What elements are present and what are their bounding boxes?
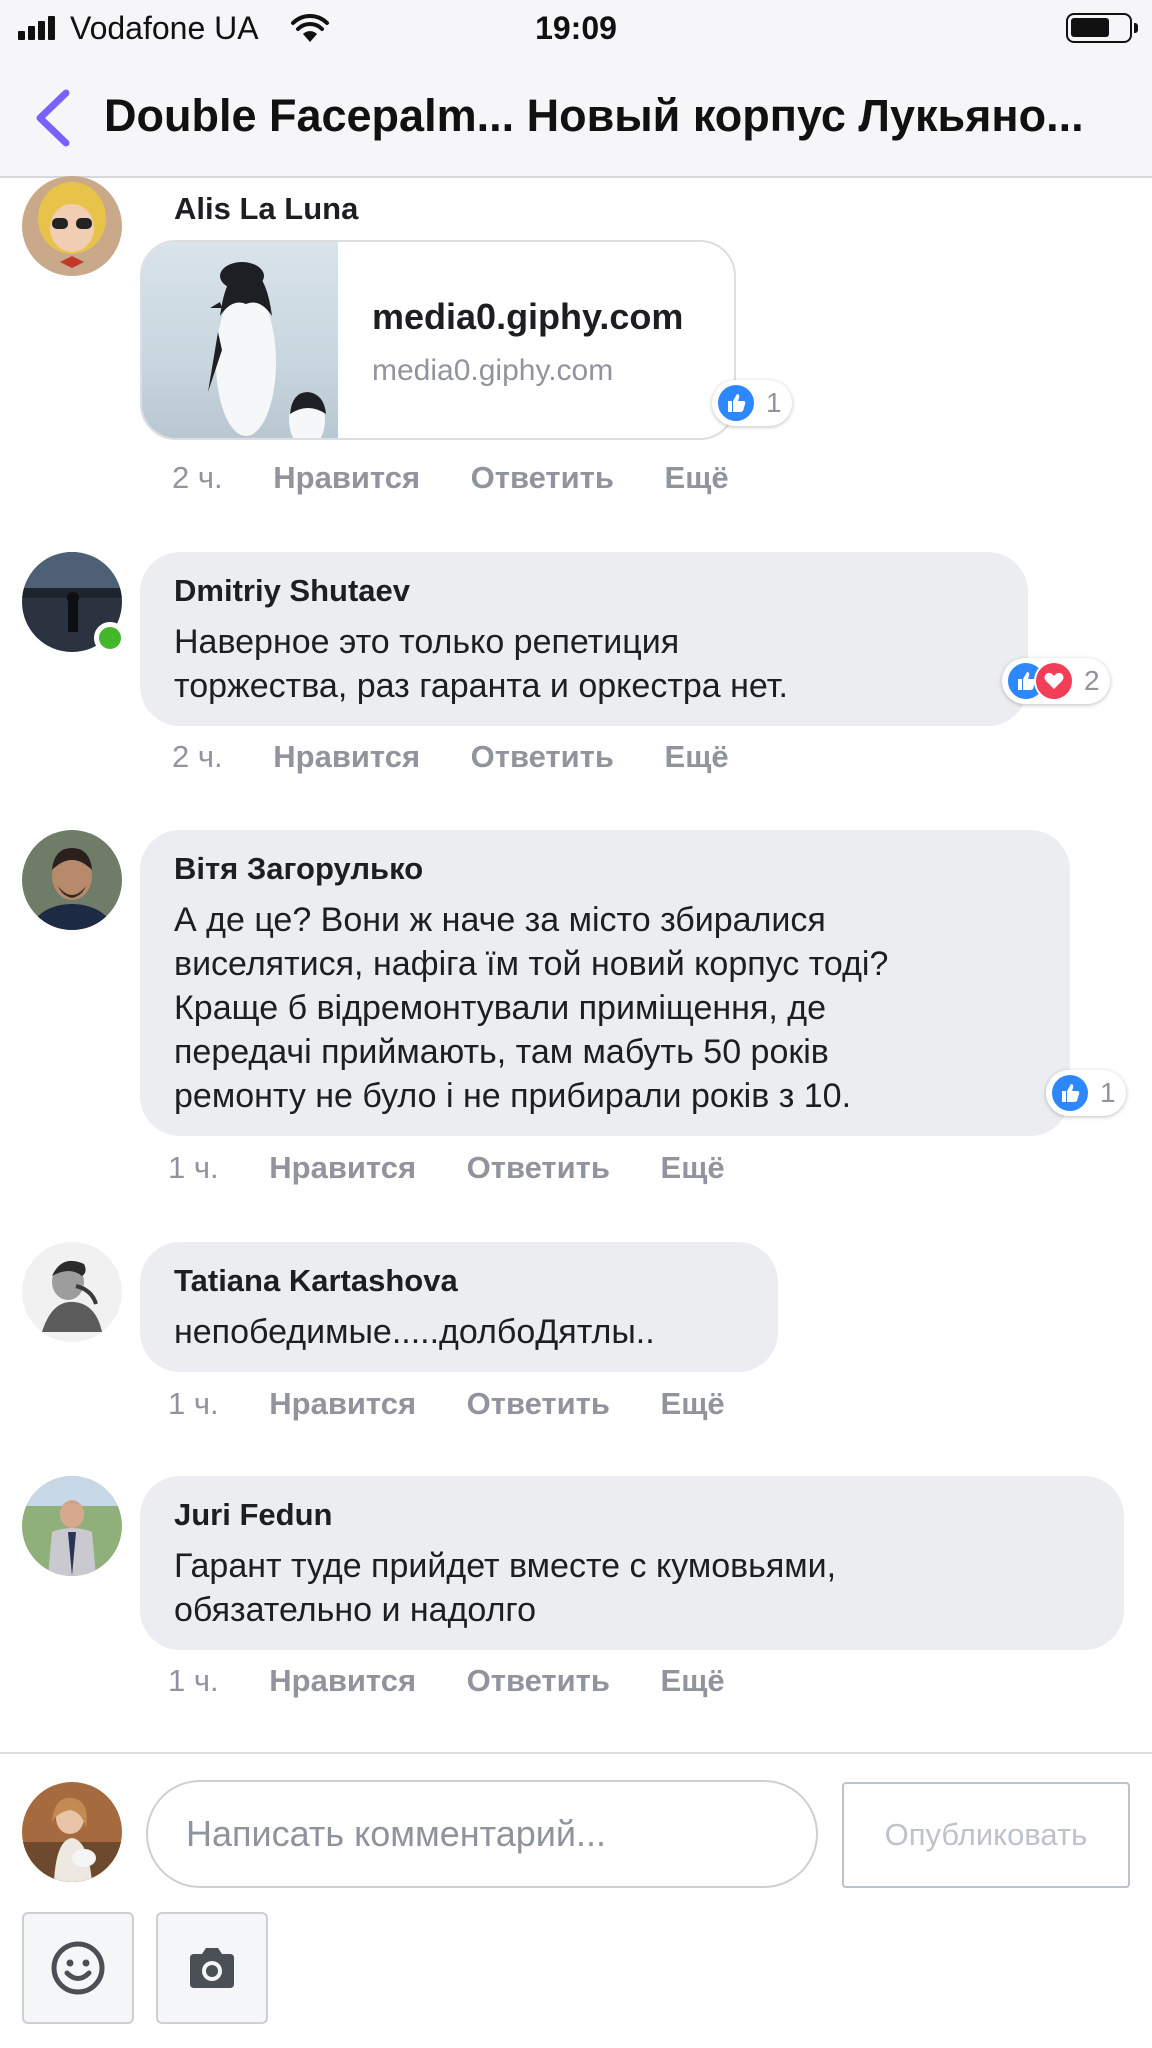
reaction-count: 2 (1084, 665, 1100, 696)
comment-actions: 2 ч. Нравится Ответить Ещё (172, 460, 771, 496)
comment-actions: 1 ч. Нравится Ответить Ещё (168, 1150, 767, 1186)
navigation-bar: Double Facepalm... Новый корпус Лукьяно.… (0, 60, 1152, 178)
more-link[interactable]: Ещё (661, 1386, 725, 1421)
comment-author[interactable]: Tatiana Kartashova (174, 1262, 744, 1300)
comment-actions: 1 ч. Нравится Ответить Ещё (168, 1663, 767, 1699)
more-link[interactable]: Ещё (661, 1663, 725, 1698)
smiley-icon (51, 1941, 105, 1995)
comment-bubble[interactable]: Tatiana Kartashova непобедимые.....долбо… (140, 1242, 778, 1372)
page-title: Double Facepalm... Новый корпус Лукьяно.… (104, 90, 1084, 141)
comment-bubble[interactable]: Juri Fedun Гарант туде прийдет вместе с … (140, 1476, 1124, 1650)
comment: Juri Fedun Гарант туде прийдет вместе с … (0, 1476, 1152, 1706)
clock: 19:09 (535, 10, 617, 46)
reply-link[interactable]: Ответить (467, 1150, 610, 1185)
link-title: media0.giphy.com (372, 296, 684, 337)
reply-link[interactable]: Ответить (467, 1386, 610, 1421)
reaction-summary[interactable]: 2 (1002, 658, 1110, 704)
camera-icon (190, 1948, 234, 1988)
avatar[interactable] (22, 830, 122, 930)
avatar[interactable] (22, 1242, 122, 1342)
comment-author[interactable]: Juri Fedun (174, 1496, 1090, 1534)
comment-author[interactable]: Dmitriy Shutaev (174, 572, 994, 610)
comment: Alis La Luna media0.giphy.com media0.gip… (0, 176, 1152, 506)
reply-link[interactable]: Ответить (471, 460, 614, 495)
like-link[interactable]: Нравится (269, 1663, 416, 1698)
like-link[interactable]: Нравится (273, 739, 420, 774)
reaction-count: 1 (766, 387, 782, 418)
comment: Dmitriy Shutaev Наверное это только репе… (0, 552, 1152, 782)
back-chevron-icon[interactable] (30, 85, 76, 151)
comment-text: А де це? Вони ж наче за місто збиралися … (174, 901, 889, 1115)
comment-input[interactable] (146, 1780, 818, 1888)
photo-button[interactable] (156, 1912, 268, 2024)
current-user-avatar (22, 1782, 122, 1882)
avatar[interactable] (22, 1476, 122, 1576)
comment-composer: Опубликовать (0, 1752, 1152, 2048)
avatar[interactable] (22, 176, 122, 276)
more-link[interactable]: Ещё (661, 1150, 725, 1185)
comment-timestamp: 1 ч. (168, 1386, 219, 1421)
comment: Вітя Загорулько А де це? Вони ж наче за … (0, 830, 1152, 1194)
reaction-summary[interactable]: 1 (712, 380, 792, 426)
online-status-indicator (94, 622, 126, 654)
publish-button[interactable]: Опубликовать (842, 1782, 1130, 1888)
comment-author[interactable]: Вітя Загорулько (174, 850, 1036, 888)
like-link[interactable]: Нравится (269, 1150, 416, 1185)
link-url: media0.giphy.com (372, 354, 614, 387)
love-reaction-icon (1034, 661, 1074, 701)
gif-thumbnail (142, 242, 338, 438)
more-link[interactable]: Ещё (665, 460, 729, 495)
like-link[interactable]: Нравится (269, 1386, 416, 1421)
emoji-button[interactable] (22, 1912, 134, 2024)
like-reaction-icon (716, 383, 756, 423)
reaction-count: 1 (1100, 1077, 1116, 1108)
comment-text: Наверное это только репетиция торжества,… (174, 623, 788, 705)
comment-author[interactable]: Alis La Luna (174, 190, 358, 228)
comment-actions: 2 ч. Нравится Ответить Ещё (172, 739, 771, 775)
comment-timestamp: 2 ч. (172, 460, 223, 495)
comment-bubble[interactable]: Вітя Загорулько А де це? Вони ж наче за … (140, 830, 1070, 1136)
comment: Tatiana Kartashova непобедимые.....долбо… (0, 1242, 1152, 1422)
comment-text: непобедимые.....долбоДятлы.. (174, 1313, 655, 1351)
comment-text: Гарант туде прийдет вместе с кумовьями, … (174, 1547, 837, 1629)
comment-bubble[interactable]: Dmitriy Shutaev Наверное это только репе… (140, 552, 1028, 726)
comment-actions: 1 ч. Нравится Ответить Ещё (168, 1386, 767, 1422)
link-preview-card[interactable]: media0.giphy.com media0.giphy.com (140, 240, 736, 440)
like-reaction-icon (1050, 1073, 1090, 1113)
comment-timestamp: 1 ч. (168, 1150, 219, 1185)
reaction-summary[interactable]: 1 (1046, 1070, 1126, 1116)
status-bar: Vodafone UA 19:09 (0, 0, 1152, 60)
like-link[interactable]: Нравится (273, 460, 420, 495)
more-link[interactable]: Ещё (665, 739, 729, 774)
comment-timestamp: 1 ч. (168, 1663, 219, 1698)
battery-icon (1066, 13, 1138, 43)
comment-timestamp: 2 ч. (172, 739, 223, 774)
reply-link[interactable]: Ответить (467, 1663, 610, 1698)
reply-link[interactable]: Ответить (471, 739, 614, 774)
